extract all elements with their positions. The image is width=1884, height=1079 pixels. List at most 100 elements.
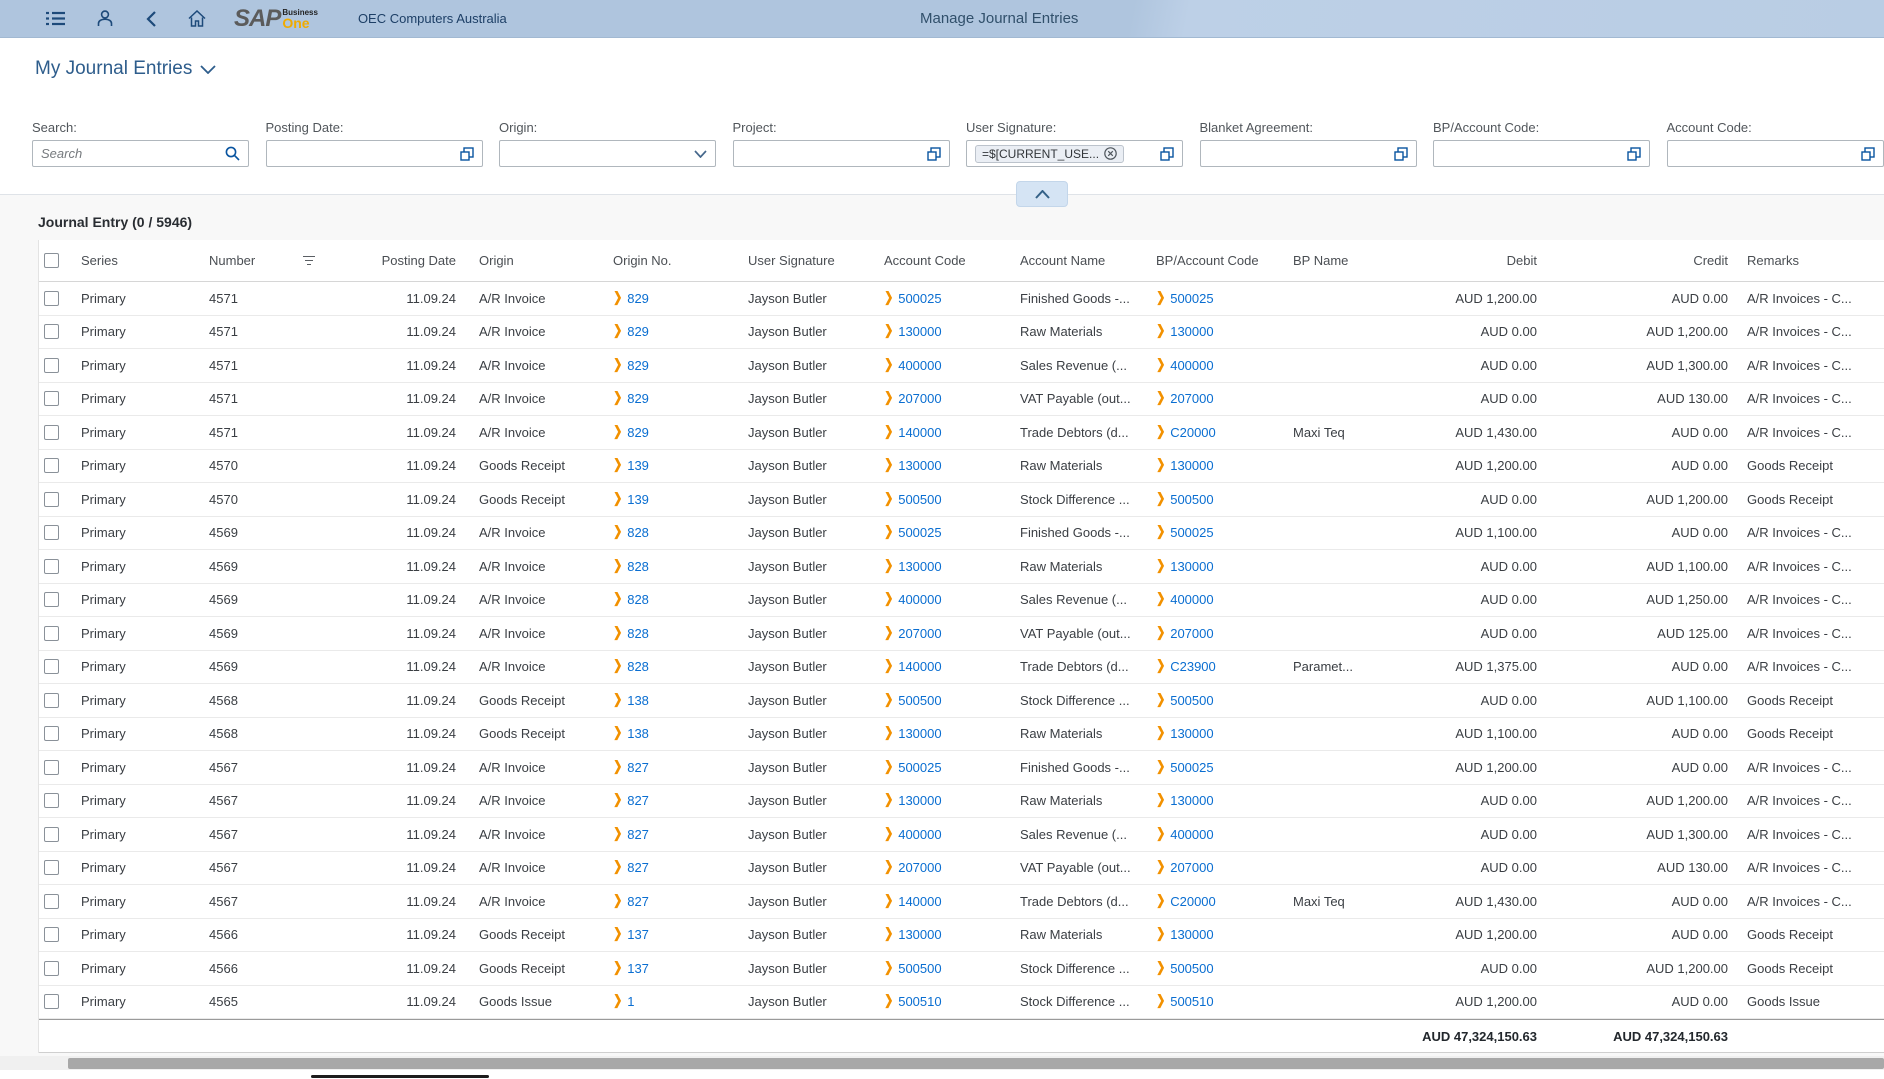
- account-code-link[interactable]: 140000: [898, 659, 941, 674]
- account-code-link[interactable]: 130000: [898, 324, 941, 339]
- account-code-input[interactable]: [1667, 140, 1884, 167]
- account-code-link[interactable]: 500025: [898, 525, 941, 540]
- table-row[interactable]: Primary456711.09.24A/R Invoice❯827Jayson…: [39, 818, 1884, 852]
- origin-no-link[interactable]: 829: [627, 391, 649, 406]
- table-row[interactable]: Primary456711.09.24A/R Invoice❯827Jayson…: [39, 751, 1884, 785]
- account-code-link[interactable]: 130000: [898, 793, 941, 808]
- origin-no-link[interactable]: 827: [627, 760, 649, 775]
- row-checkbox[interactable]: [44, 559, 59, 574]
- origin-no-link[interactable]: 827: [627, 793, 649, 808]
- table-row[interactable]: Primary456711.09.24A/R Invoice❯827Jayson…: [39, 885, 1884, 919]
- filter-icon[interactable]: [303, 256, 315, 266]
- view-selector[interactable]: My Journal Entries: [35, 58, 216, 80]
- bp-account-code-link[interactable]: 207000: [1170, 860, 1213, 875]
- origin-no-link[interactable]: 828: [627, 559, 649, 574]
- row-checkbox[interactable]: [44, 659, 59, 674]
- origin-no-link[interactable]: 137: [627, 961, 649, 976]
- row-checkbox[interactable]: [44, 793, 59, 808]
- account-code-link[interactable]: 130000: [898, 559, 941, 574]
- origin-no-link[interactable]: 139: [627, 458, 649, 473]
- row-checkbox[interactable]: [44, 927, 59, 942]
- table-row[interactable]: Primary457011.09.24Goods Receipt❯139Jays…: [39, 450, 1884, 484]
- bp-account-code-link[interactable]: C20000: [1170, 425, 1216, 440]
- account-code-link[interactable]: 140000: [898, 894, 941, 909]
- horizontal-scrollbar-thumb[interactable]: [68, 1058, 1884, 1069]
- origin-no-link[interactable]: 1: [627, 994, 634, 1009]
- account-code-link[interactable]: 130000: [898, 726, 941, 741]
- column-header-number[interactable]: Number: [209, 253, 379, 268]
- row-checkbox[interactable]: [44, 626, 59, 641]
- table-row[interactable]: Primary456711.09.24A/R Invoice❯827Jayson…: [39, 785, 1884, 819]
- back-icon[interactable]: [140, 8, 162, 30]
- origin-select[interactable]: [499, 140, 716, 167]
- value-help-icon[interactable]: [927, 147, 941, 161]
- home-icon[interactable]: [186, 8, 208, 30]
- row-checkbox[interactable]: [44, 894, 59, 909]
- horizontal-scrollbar[interactable]: [0, 1056, 1884, 1070]
- row-checkbox[interactable]: [44, 425, 59, 440]
- account-code-link[interactable]: 500500: [898, 961, 941, 976]
- bp-account-code-link[interactable]: C23900: [1170, 659, 1216, 674]
- account-code-link[interactable]: 500025: [898, 291, 941, 306]
- account-code-link[interactable]: 130000: [898, 927, 941, 942]
- table-row[interactable]: Primary457111.09.24A/R Invoice❯829Jayson…: [39, 316, 1884, 350]
- origin-no-link[interactable]: 829: [627, 425, 649, 440]
- column-header-user-signature[interactable]: User Signature: [741, 253, 877, 268]
- row-checkbox[interactable]: [44, 592, 59, 607]
- table-row[interactable]: Primary457111.09.24A/R Invoice❯829Jayson…: [39, 349, 1884, 383]
- bp-account-code-link[interactable]: 207000: [1170, 391, 1213, 406]
- table-row[interactable]: Primary456911.09.24A/R Invoice❯828Jayson…: [39, 584, 1884, 618]
- table-row[interactable]: Primary457111.09.24A/R Invoice❯829Jayson…: [39, 383, 1884, 417]
- row-checkbox[interactable]: [44, 726, 59, 741]
- table-row[interactable]: Primary456611.09.24Goods Receipt❯137Jays…: [39, 919, 1884, 953]
- table-row[interactable]: Primary456911.09.24A/R Invoice❯828Jayson…: [39, 617, 1884, 651]
- table-row[interactable]: Primary456811.09.24Goods Receipt❯138Jays…: [39, 718, 1884, 752]
- column-header-credit[interactable]: Credit: [1537, 253, 1728, 268]
- column-header-bp-account-code[interactable]: BP/Account Code: [1150, 253, 1286, 268]
- column-header-bp-name[interactable]: BP Name: [1286, 253, 1394, 268]
- bp-account-code-input[interactable]: [1433, 140, 1650, 167]
- bp-account-code-link[interactable]: 130000: [1170, 559, 1213, 574]
- menu-list-icon[interactable]: [44, 8, 66, 30]
- bp-account-code-link[interactable]: 130000: [1170, 726, 1213, 741]
- origin-no-link[interactable]: 137: [627, 927, 649, 942]
- column-header-account-code[interactable]: Account Code: [877, 253, 1013, 268]
- table-row[interactable]: Primary456811.09.24Goods Receipt❯138Jays…: [39, 684, 1884, 718]
- origin-no-link[interactable]: 138: [627, 693, 649, 708]
- table-row[interactable]: Primary457011.09.24Goods Receipt❯139Jays…: [39, 483, 1884, 517]
- origin-no-link[interactable]: 827: [627, 860, 649, 875]
- search-icon[interactable]: [225, 146, 240, 161]
- value-help-icon[interactable]: [1160, 147, 1174, 161]
- column-header-origin-no[interactable]: Origin No.: [607, 253, 741, 268]
- row-checkbox[interactable]: [44, 760, 59, 775]
- origin-no-link[interactable]: 828: [627, 592, 649, 607]
- posting-date-input[interactable]: [266, 140, 483, 167]
- bp-account-code-link[interactable]: 130000: [1170, 927, 1213, 942]
- bp-account-code-link[interactable]: 500500: [1170, 492, 1213, 507]
- column-header-remarks[interactable]: Remarks: [1728, 253, 1868, 268]
- table-row[interactable]: Primary457111.09.24A/R Invoice❯829Jayson…: [39, 282, 1884, 316]
- bp-account-code-link[interactable]: 400000: [1170, 358, 1213, 373]
- value-help-icon[interactable]: [1861, 147, 1875, 161]
- row-checkbox[interactable]: [44, 492, 59, 507]
- account-code-link[interactable]: 207000: [898, 860, 941, 875]
- blanket-agreement-input[interactable]: [1200, 140, 1417, 167]
- origin-no-link[interactable]: 139: [627, 492, 649, 507]
- row-checkbox[interactable]: [44, 525, 59, 540]
- row-checkbox[interactable]: [44, 324, 59, 339]
- bp-account-code-link[interactable]: C20000: [1170, 894, 1216, 909]
- origin-no-link[interactable]: 828: [627, 659, 649, 674]
- table-row[interactable]: Primary456911.09.24A/R Invoice❯828Jayson…: [39, 651, 1884, 685]
- bp-account-code-link[interactable]: 130000: [1170, 458, 1213, 473]
- user-signature-token[interactable]: =$[CURRENT_USE...: [975, 145, 1124, 163]
- row-checkbox[interactable]: [44, 827, 59, 842]
- account-code-link[interactable]: 140000: [898, 425, 941, 440]
- row-checkbox[interactable]: [44, 291, 59, 306]
- account-code-link[interactable]: 400000: [898, 827, 941, 842]
- origin-no-link[interactable]: 827: [627, 827, 649, 842]
- table-row[interactable]: Primary457111.09.24A/R Invoice❯829Jayson…: [39, 416, 1884, 450]
- bp-account-code-link[interactable]: 500025: [1170, 291, 1213, 306]
- account-code-link[interactable]: 207000: [898, 391, 941, 406]
- bp-account-code-link[interactable]: 400000: [1170, 592, 1213, 607]
- search-input[interactable]: Search: [32, 140, 249, 167]
